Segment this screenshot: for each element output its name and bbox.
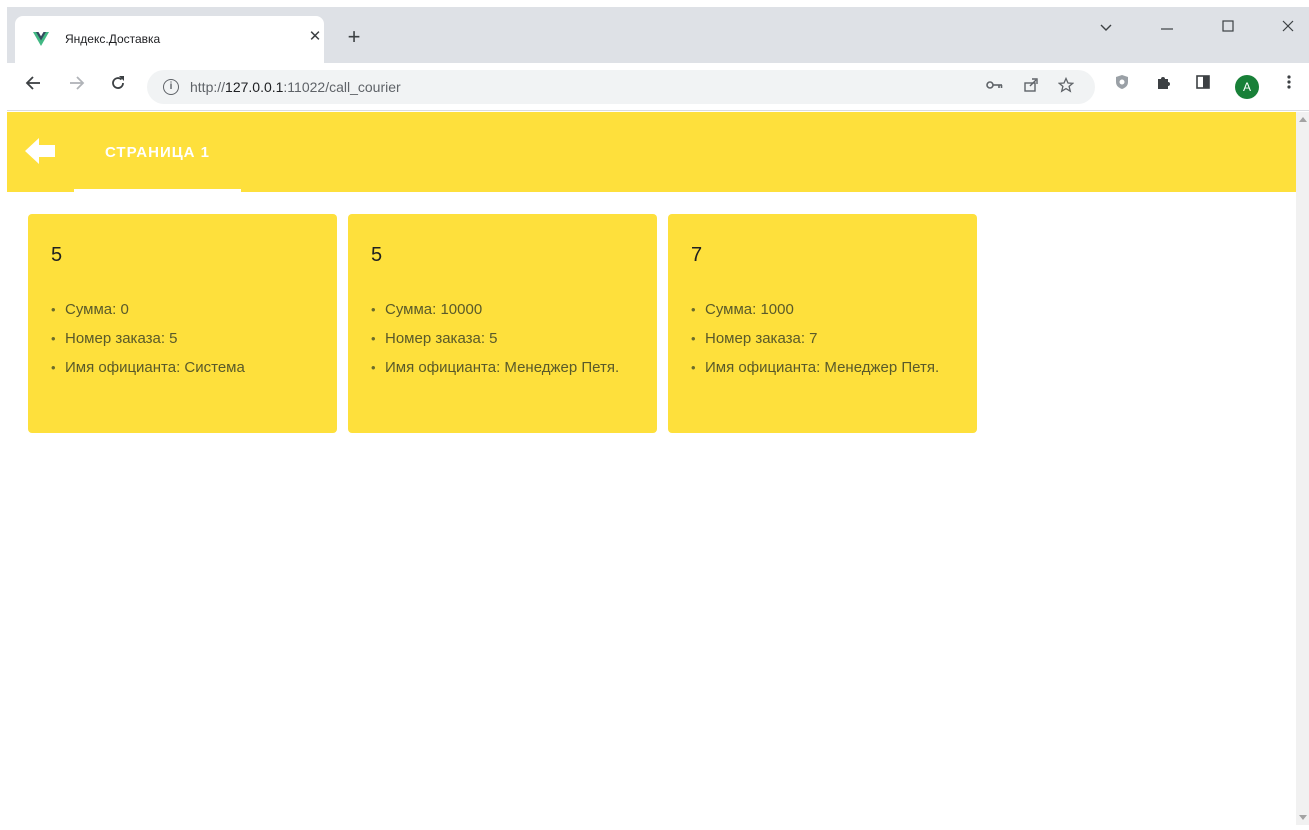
side-panel-icon[interactable] bbox=[1191, 74, 1215, 98]
minimize-icon[interactable] bbox=[1150, 15, 1184, 43]
order-card: 5 Сумма: 10000 Номер заказа: 5 Имя офици… bbox=[348, 214, 657, 433]
card-title: 7 bbox=[691, 244, 703, 266]
vertical-scrollbar[interactable] bbox=[1296, 112, 1309, 825]
card-order-number-text: Номер заказа: 7 bbox=[705, 330, 818, 347]
tab-search-icon[interactable] bbox=[1089, 15, 1123, 43]
back-arrow-button[interactable] bbox=[23, 136, 63, 168]
browser-window: Яндекс.Доставка ✕ + i http://127.0.0.1:1… bbox=[7, 7, 1309, 830]
url-scheme: http:// bbox=[190, 79, 226, 95]
order-card: 5 Сумма: 0 Номер заказа: 5 Имя официанта… bbox=[28, 214, 337, 433]
tab-page-1[interactable]: СТРАНИЦА 1 bbox=[74, 112, 241, 192]
extensions-puzzle-icon[interactable] bbox=[1152, 74, 1176, 98]
share-icon[interactable] bbox=[1021, 77, 1041, 97]
profile-avatar[interactable]: A bbox=[1235, 75, 1259, 99]
new-tab-button[interactable]: + bbox=[342, 25, 366, 49]
card-sum: Сумма: 10000 bbox=[371, 295, 633, 324]
card-order-number-text: Номер заказа: 5 bbox=[65, 330, 178, 347]
card-order-number: Номер заказа: 5 bbox=[51, 324, 313, 353]
tab-page-1-label: СТРАНИЦА 1 bbox=[104, 144, 211, 161]
active-tab-indicator bbox=[74, 189, 241, 192]
card-waiter-name-text: Имя официанта: Система bbox=[65, 359, 245, 376]
browser-tab[interactable]: Яндекс.Доставка ✕ bbox=[15, 16, 324, 63]
order-card: 7 Сумма: 1000 Номер заказа: 7 Имя официа… bbox=[668, 214, 977, 433]
card-sum-text: Сумма: 0 bbox=[65, 301, 129, 318]
key-icon[interactable] bbox=[985, 77, 1005, 97]
scroll-down-icon[interactable] bbox=[1299, 815, 1307, 820]
maximize-icon[interactable] bbox=[1211, 15, 1245, 43]
close-window-icon[interactable] bbox=[1271, 15, 1305, 43]
card-waiter-name-text: Имя официанта: Менеджер Петя. bbox=[705, 359, 940, 376]
card-details: Сумма: 10000 Номер заказа: 5 Имя официан… bbox=[371, 295, 633, 382]
url-host: 127.0.0.1 bbox=[225, 79, 284, 95]
card-details: Сумма: 1000 Номер заказа: 7 Имя официант… bbox=[691, 295, 953, 382]
tab-strip: Яндекс.Доставка ✕ + bbox=[7, 7, 1309, 63]
card-title: 5 bbox=[51, 244, 63, 266]
back-arrow-icon bbox=[25, 138, 55, 164]
reload-icon[interactable] bbox=[106, 74, 130, 98]
card-waiter-name: Имя официанта: Менеджер Петя. bbox=[371, 353, 633, 382]
url-path: :11022/call_courier bbox=[283, 79, 401, 95]
card-waiter-name: Имя официанта: Менеджер Петя. bbox=[691, 353, 953, 382]
card-details: Сумма: 0 Номер заказа: 5 Имя официанта: … bbox=[51, 295, 313, 382]
back-arrow-icon[interactable] bbox=[21, 74, 45, 98]
tab-close-icon[interactable]: ✕ bbox=[305, 27, 325, 47]
card-sum-text: Сумма: 1000 bbox=[705, 301, 794, 318]
vue-favicon-icon bbox=[33, 32, 49, 46]
bookmark-star-icon[interactable] bbox=[1056, 76, 1076, 97]
card-order-number: Номер заказа: 5 bbox=[371, 324, 633, 353]
card-sum: Сумма: 0 bbox=[51, 295, 313, 324]
address-bar[interactable]: i http://127.0.0.1:11022/call_courier bbox=[147, 70, 1095, 104]
site-info-icon[interactable]: i bbox=[163, 79, 179, 95]
url-text[interactable]: http://127.0.0.1:11022/call_courier bbox=[190, 79, 401, 95]
card-sum: Сумма: 1000 bbox=[691, 295, 953, 324]
browser-toolbar: i http://127.0.0.1:11022/call_courier A bbox=[7, 63, 1309, 111]
card-waiter-name-text: Имя официанта: Менеджер Петя. bbox=[385, 359, 620, 376]
scroll-up-icon[interactable] bbox=[1299, 117, 1307, 122]
card-sum-text: Сумма: 10000 bbox=[385, 301, 483, 318]
menu-kebab-icon[interactable] bbox=[1277, 74, 1301, 98]
tab-title: Яндекс.Доставка bbox=[65, 32, 161, 46]
app-bar: СТРАНИЦА 1 bbox=[7, 112, 1296, 192]
card-order-number-text: Номер заказа: 5 bbox=[385, 330, 498, 347]
card-waiter-name: Имя официанта: Система bbox=[51, 353, 313, 382]
shield-extension-icon[interactable] bbox=[1110, 74, 1134, 98]
page-viewport: СТРАНИЦА 1 5 Сумма: 0 Номер заказа: 5 Им… bbox=[7, 112, 1296, 825]
card-title: 5 bbox=[371, 244, 383, 266]
card-order-number: Номер заказа: 7 bbox=[691, 324, 953, 353]
forward-arrow-icon[interactable] bbox=[65, 74, 89, 98]
